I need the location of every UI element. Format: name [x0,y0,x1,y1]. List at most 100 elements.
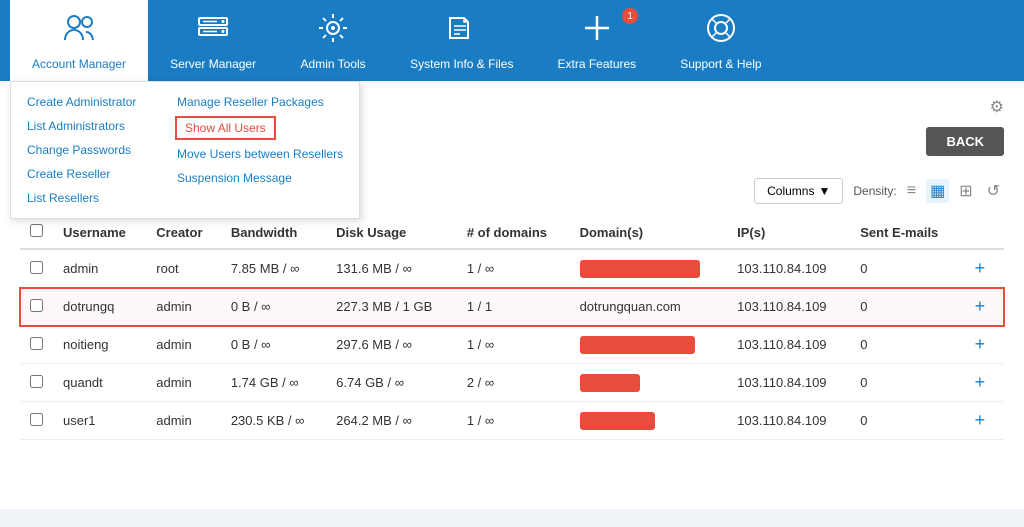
nav-server-manager[interactable]: Server Manager [148,0,278,81]
dropdown-move-users[interactable]: Move Users between Resellers [161,142,359,166]
row-checkbox-cell [20,288,53,326]
cell-sent-emails: 0 [850,326,960,364]
cell-domains-count: 1 / ∞ [457,402,570,440]
cell-creator: admin [146,288,221,326]
density-comfortable-button[interactable]: ▦ [926,179,949,203]
cell-username: admin [53,249,146,288]
cell-username: dotrungq [53,288,146,326]
cell-bandwidth: 0 B / ∞ [221,288,326,326]
dropdown-create-administrator[interactable]: Create Administrator [11,90,161,114]
columns-button[interactable]: Columns ▼ [754,178,843,204]
select-all-checkbox[interactable] [30,224,43,237]
cell-domains-count: 1 / ∞ [457,326,570,364]
dropdown-list-resellers[interactable]: List Resellers [11,186,161,210]
account-manager-dropdown: Create Administrator List Administrators… [10,81,360,219]
domain-badge [580,336,695,354]
table-row: admin root 7.85 MB / ∞ 131.6 MB / ∞ 1 / … [20,249,1004,288]
domain-badge [580,260,700,278]
cell-bandwidth: 230.5 KB / ∞ [221,402,326,440]
cell-sent-emails: 0 [850,364,960,402]
table-header: Username Creator Bandwidth Disk Usage # … [20,216,1004,249]
cell-disk-usage: 297.6 MB / ∞ [326,326,457,364]
table-row: user1 admin 230.5 KB / ∞ 264.2 MB / ∞ 1 … [20,402,1004,440]
nav-admin-tools[interactable]: Admin Tools [278,0,388,81]
col-domains: Domain(s) [570,216,728,249]
dropdown-list-administrators[interactable]: List Administrators [11,114,161,138]
nav-support-help-label: Support & Help [680,57,761,71]
row-checkbox-cell [20,364,53,402]
cell-creator: root [146,249,221,288]
domain-badge [580,412,655,430]
cell-domain [570,402,728,440]
extra-features-badge: 1 [622,8,638,24]
dropdown-change-passwords[interactable]: Change Passwords [11,138,161,162]
dropdown-suspension-message[interactable]: Suspension Message [161,166,359,190]
dropdown-create-reseller[interactable]: Create Reseller [11,162,161,186]
extra-features-icon [579,10,615,53]
col-sent-emails: Sent E-mails [850,216,960,249]
system-info-icon [444,10,480,53]
density-refresh-button[interactable]: ↺ [983,179,1004,203]
cell-domains-count: 2 / ∞ [457,364,570,402]
nav-account-manager[interactable]: Account Manager Create Administrator Lis… [10,0,148,81]
row-checkbox-cell [20,326,53,364]
users-table: Username Creator Bandwidth Disk Usage # … [20,216,1004,440]
density-compact-button[interactable]: ⊞ [955,179,976,203]
col-username: Username [53,216,146,249]
row-checkbox[interactable] [30,375,43,388]
add-action-button[interactable]: + [971,372,990,393]
nav-admin-tools-label: Admin Tools [301,57,366,71]
cell-username: noitieng [53,326,146,364]
cell-username: quandt [53,364,146,402]
table-row: quandt admin 1.74 GB / ∞ 6.74 GB / ∞ 2 /… [20,364,1004,402]
nav-system-info[interactable]: System Info & Files [388,0,535,81]
nav-system-info-label: System Info & Files [410,57,513,71]
cell-domain [570,364,728,402]
server-manager-icon [195,10,231,53]
row-checkbox[interactable] [30,337,43,350]
add-action-button[interactable]: + [971,296,990,317]
cell-disk-usage: 131.6 MB / ∞ [326,249,457,288]
settings-icon[interactable]: ⚙ [990,97,1004,117]
add-action-button[interactable]: + [971,410,990,431]
cell-disk-usage: 227.3 MB / 1 GB [326,288,457,326]
nav-account-manager-label: Account Manager [32,57,126,71]
nav-extra-features[interactable]: 1 Extra Features [535,0,658,81]
dropdown-col-2: Manage Reseller Packages Show All Users … [161,82,359,218]
cell-creator: admin [146,402,221,440]
col-ips: IP(s) [727,216,850,249]
domain-badge [580,374,640,392]
density-list-button[interactable]: ≡ [903,180,920,202]
col-bandwidth: Bandwidth [221,216,326,249]
cell-domain [570,326,728,364]
dropdown-col-1: Create Administrator List Administrators… [11,82,161,218]
density-controls: Density: ≡ ▦ ⊞ ↺ [853,179,1004,203]
row-checkbox-cell [20,402,53,440]
row-checkbox[interactable] [30,413,43,426]
row-checkbox[interactable] [30,299,43,312]
dropdown-manage-reseller-packages[interactable]: Manage Reseller Packages [161,90,359,114]
cell-creator: admin [146,326,221,364]
nav-server-manager-label: Server Manager [170,57,256,71]
chevron-down-icon: ▼ [818,184,830,198]
cell-sent-emails: 0 [850,402,960,440]
cell-creator: admin [146,364,221,402]
dropdown-show-all-users[interactable]: Show All Users [175,116,276,140]
back-button[interactable]: BACK [926,127,1004,156]
cell-bandwidth: 7.85 MB / ∞ [221,249,326,288]
cell-add-action: + [961,402,1004,440]
row-checkbox[interactable] [30,261,43,274]
cell-add-action: + [961,326,1004,364]
cell-username: user1 [53,402,146,440]
add-action-button[interactable]: + [971,258,990,279]
support-help-icon [703,10,739,53]
add-action-button[interactable]: + [971,334,990,355]
table-row: noitieng admin 0 B / ∞ 297.6 MB / ∞ 1 / … [20,326,1004,364]
cell-ip: 103.110.84.109 [727,402,850,440]
table-row: dotrungq admin 0 B / ∞ 227.3 MB / 1 GB 1… [20,288,1004,326]
cell-ip: 103.110.84.109 [727,364,850,402]
nav-support-help[interactable]: Support & Help [658,0,783,81]
col-checkbox [20,216,53,249]
cell-bandwidth: 0 B / ∞ [221,326,326,364]
col-disk-usage: Disk Usage [326,216,457,249]
